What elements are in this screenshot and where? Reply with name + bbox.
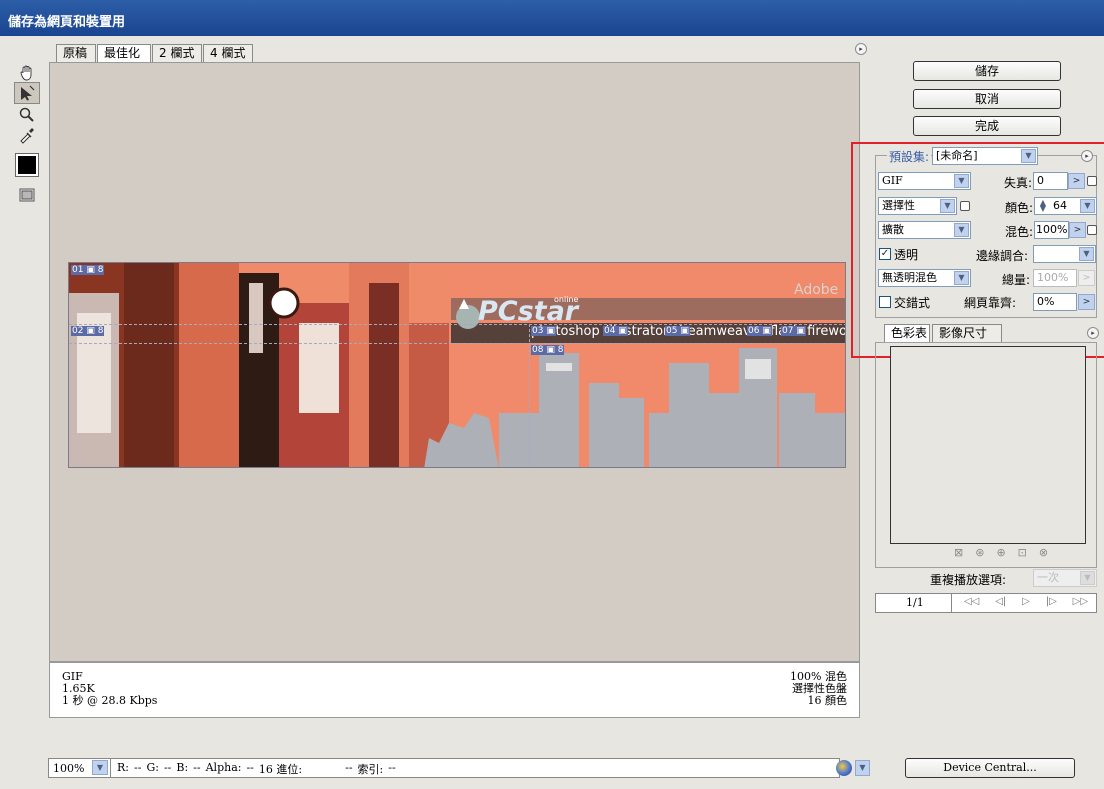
zoom-select[interactable]: 100% ▼	[49, 759, 111, 777]
loop-dropdown-icon: ▼	[1080, 571, 1095, 585]
tab-original[interactable]: 原稿	[56, 44, 96, 62]
color-table-tools: ⊠ ⊛ ⊕ ⊡ ⊗	[954, 546, 1082, 560]
hex-value: --	[345, 761, 353, 774]
zoom-dropdown-icon[interactable]: ▼	[92, 760, 108, 775]
banner-brand-super: online	[554, 295, 579, 304]
alpha-value: --	[246, 761, 254, 774]
info-palette: 選擇性色盤	[792, 682, 847, 695]
r-label: R:	[117, 761, 129, 774]
slice-label-04[interactable]: 04 ▣	[603, 326, 628, 336]
status-bar: 100% ▼ R: -- G: -- B: -- Alpha: -- 16 進位…	[48, 758, 840, 778]
new-color-icon[interactable]: ⊡	[1018, 546, 1027, 560]
web-shift-icon[interactable]: ⊛	[975, 546, 984, 560]
slice-label-03[interactable]: 03 ▣	[531, 326, 556, 336]
loop-select: 一次 ▼	[1033, 569, 1097, 587]
device-central-button[interactable]: Device Central...	[905, 758, 1075, 778]
info-format: GIF	[62, 670, 83, 683]
save-button[interactable]: 儲存	[913, 61, 1061, 81]
zoom-value: 100%	[53, 761, 85, 775]
optimization-info-panel: GIF 1.65K 1 秒 @ 28.8 Kbps 100% 混色 選擇性色盤 …	[49, 662, 860, 718]
banner-image[interactable]: Adobe PCstar online photoshop illustrato…	[68, 262, 846, 468]
tab-optimized[interactable]: 最佳化	[97, 44, 151, 63]
index-label: 索引:	[357, 763, 384, 776]
banner-nav-fireworks[interactable]: fireworks	[807, 323, 845, 341]
slice-guide-h1	[69, 324, 845, 325]
window-title: 儲存為網頁和裝置用	[8, 15, 126, 30]
loop-label: 重複播放選項:	[930, 573, 1007, 587]
last-frame-icon[interactable]: ▷▷	[1073, 596, 1088, 607]
slice-label-02[interactable]: 02 ▣ 8	[71, 326, 105, 336]
slice-label-06[interactable]: 06 ▣	[747, 326, 772, 336]
g-value: --	[163, 761, 172, 774]
map-transparency-icon[interactable]: ⊠	[954, 546, 963, 560]
hex-label: 16 進位:	[258, 763, 303, 776]
info-dither: 100% 混色	[790, 670, 847, 683]
browser-select-icon[interactable]: ▼	[855, 760, 870, 776]
g-label: G:	[146, 761, 159, 774]
pixel-readout: R: -- G: -- B: -- Alpha: -- 16 進位: -- 索引…	[117, 761, 396, 777]
tab-color-table[interactable]: 色彩表	[884, 324, 930, 342]
banner-adobe-text: Adobe	[794, 282, 839, 298]
animation-buttons: ◁◁ ◁| ▷ |▷ ▷▷	[956, 596, 1096, 607]
title-bar: 儲存為網頁和裝置用	[0, 0, 1104, 36]
b-label: B:	[176, 761, 189, 774]
cancel-button[interactable]: 取消	[913, 89, 1061, 109]
color-table-menu-icon[interactable]: ▸	[1087, 327, 1099, 339]
eyedropper-tool-icon[interactable]	[14, 124, 40, 146]
slice-guide-v1	[529, 324, 530, 467]
eyedropper-color-swatch-icon[interactable]	[14, 152, 40, 178]
info-download-time: 1 秒 @ 28.8 Kbps	[62, 694, 158, 707]
loop-value: 一次	[1037, 571, 1059, 584]
info-color-count: 16 顏色	[807, 694, 848, 707]
delete-color-icon[interactable]: ⊗	[1039, 546, 1048, 560]
color-table-swatches[interactable]	[890, 346, 1086, 544]
next-frame-icon[interactable]: |▷	[1046, 596, 1057, 607]
slice-label-05[interactable]: 05 ▣	[665, 326, 690, 336]
hand-tool-icon[interactable]	[14, 62, 40, 84]
r-value: --	[134, 761, 142, 774]
done-button[interactable]: 完成	[913, 116, 1061, 136]
prev-frame-icon[interactable]: ◁|	[995, 596, 1006, 607]
slice-label-07[interactable]: 07 ▣	[781, 326, 806, 336]
play-icon[interactable]: ▷	[1022, 596, 1030, 607]
b-value: --	[193, 761, 201, 774]
slice-select-tool-icon[interactable]	[14, 82, 40, 104]
animation-controls: 1/1 ◁◁ ◁| ▷ |▷ ▷▷	[875, 593, 1097, 613]
preview-menu-icon[interactable]: ▸	[855, 43, 867, 55]
lock-color-icon[interactable]: ⊕	[996, 546, 1005, 560]
first-frame-icon[interactable]: ◁◁	[964, 596, 979, 607]
tab-4-up[interactable]: 4 欄式	[203, 44, 253, 62]
info-file-size: 1.65K	[62, 682, 95, 695]
tab-image-size[interactable]: 影像尺寸	[932, 324, 1002, 342]
slice-label-01[interactable]: 01 ▣ 8	[71, 265, 105, 275]
index-value: --	[388, 761, 396, 774]
toggle-slices-visibility-icon[interactable]	[14, 184, 40, 206]
tab-2-up[interactable]: 2 欄式	[152, 44, 202, 62]
browser-preview-icon[interactable]	[836, 760, 852, 776]
alpha-label: Alpha:	[205, 761, 242, 774]
slice-guide-h2	[69, 343, 845, 344]
frame-counter: 1/1	[876, 594, 952, 612]
slice-label-08[interactable]: 08 ▣ 8	[531, 345, 565, 355]
zoom-tool-icon[interactable]	[14, 104, 40, 126]
